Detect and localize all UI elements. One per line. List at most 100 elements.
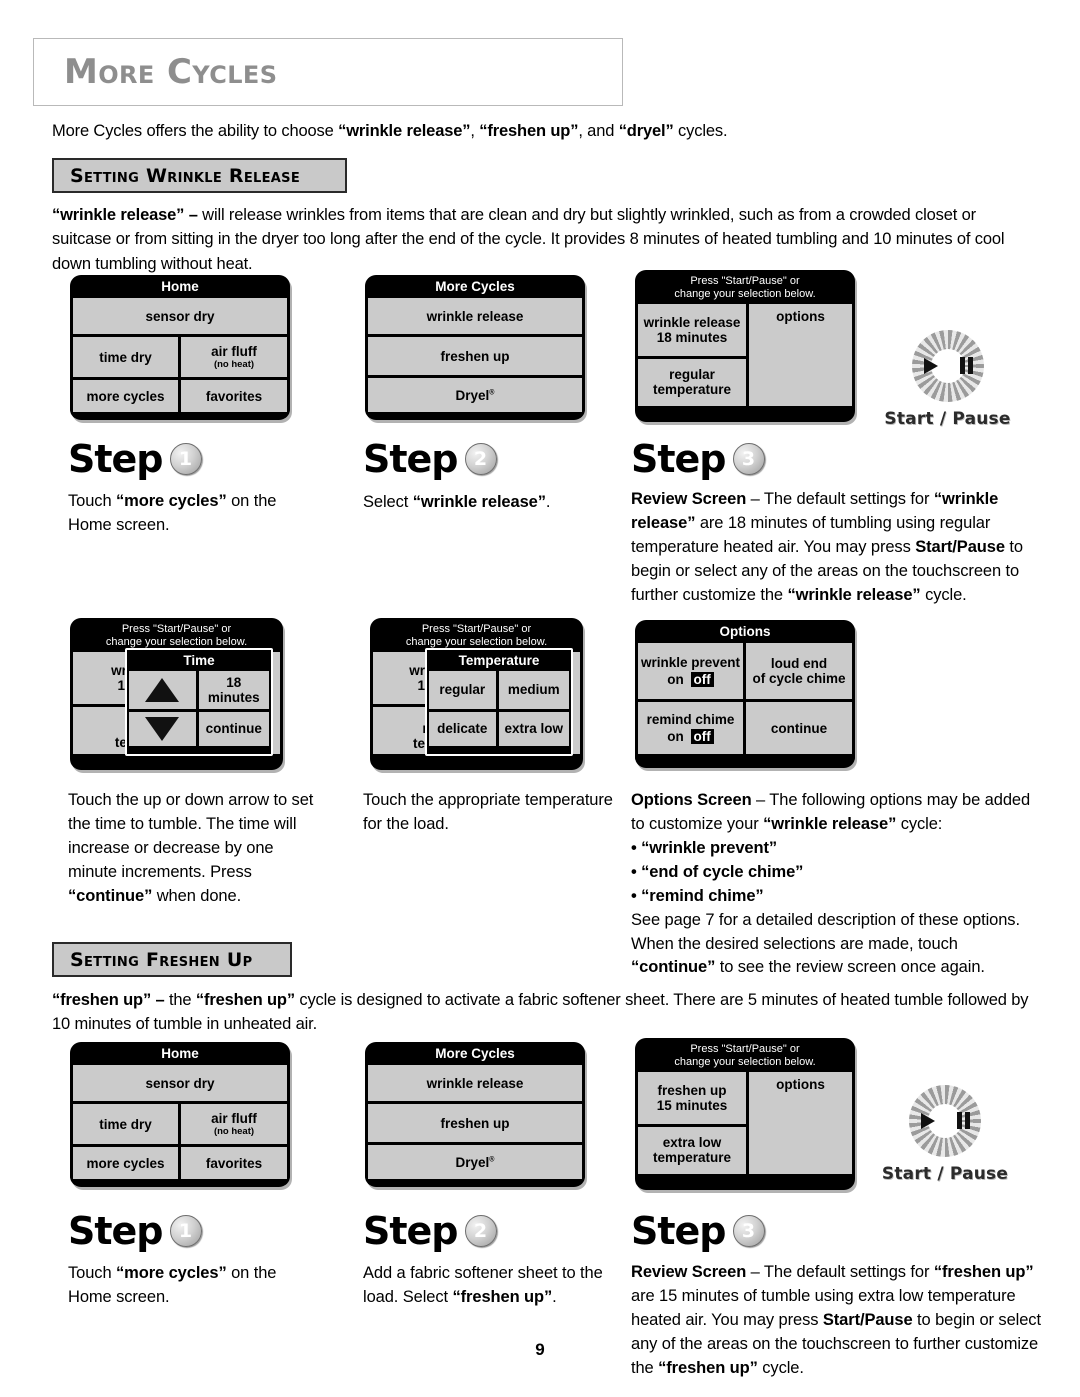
time-up-arrow-button[interactable] <box>129 671 196 709</box>
temperature-caption-text: Touch the appropriate temperature for th… <box>363 791 613 833</box>
page-title-text: More Cycles <box>64 52 278 92</box>
review-wrinkle-temp-line2: temperature <box>652 382 732 398</box>
temperature-extra-low-label: extra low <box>504 721 564 737</box>
home-button-sensor-dry[interactable]: sensor dry <box>73 298 287 335</box>
home2-button-time-dry[interactable]: time dry <box>73 1104 178 1145</box>
review-screen-freshen[interactable]: Press "Start/Pause" or change your selec… <box>635 1038 855 1190</box>
time-overlay-screen[interactable]: wrin Press "Start/Pause" or change your … <box>70 618 283 770</box>
start-pause-control-2[interactable]: Start / Pause <box>875 1085 1015 1184</box>
review-wrinkle-temp-line1: regular <box>669 367 715 383</box>
time-dialog[interactable]: Time 18 minutes continue <box>125 648 273 756</box>
temperature-overlay-screen[interactable]: Press "Start/Pause" or change your selec… <box>370 618 583 770</box>
options-caption-t4: to see the review screen once again. <box>715 958 985 977</box>
option-end-of-cycle-chime-button[interactable]: loud end of cycle chime <box>746 643 852 700</box>
temperature-screen-title: Press "Start/Pause" or change your selec… <box>370 618 583 652</box>
freshen-paragraph-lead: “freshen up” – <box>52 991 165 1009</box>
w2-post: . <box>545 493 551 511</box>
home2-button-air-fluff[interactable]: air fluff (no heat) <box>181 1104 287 1145</box>
temperature-dialog[interactable]: Temperature regular medium delicate extr… <box>425 648 573 756</box>
time-value-display: 18 minutes <box>198 671 269 709</box>
page-number: 9 <box>535 1340 545 1359</box>
more-cycles-button-freshen-up[interactable]: freshen up <box>368 337 582 376</box>
more-cycles-button-wrinkle-release[interactable]: wrinkle release <box>368 298 582 335</box>
review-wrinkle-title-line1: Press "Start/Pause" or <box>690 275 800 287</box>
review-freshen-cycle-button[interactable]: freshen up 15 minutes <box>638 1071 746 1124</box>
temperature-dialog-title: Temperature <box>458 653 540 668</box>
step-number-badge: 3 <box>732 1215 765 1247</box>
step-word: Step <box>68 1209 164 1253</box>
play-icon <box>923 358 938 374</box>
more-cycles2-button-wrinkle-release[interactable]: wrinkle release <box>368 1065 582 1102</box>
temperature-caption: Touch the appropriate temperature for th… <box>363 789 613 837</box>
w3-b3: Start/Pause <box>915 537 1005 556</box>
toggle-on-label: on <box>667 729 684 745</box>
home-favorites-label: favorites <box>205 388 263 404</box>
temperature-option-medium[interactable]: medium <box>498 671 569 709</box>
home-button-time-dry[interactable]: time dry <box>73 337 178 378</box>
toggle-off-label-selected: off <box>690 672 714 688</box>
start-pause-knob[interactable] <box>909 1085 981 1157</box>
review-freshen-options-button[interactable]: options <box>749 1071 852 1174</box>
temperature-medium-label: medium <box>507 682 560 698</box>
intro-mid2: , and <box>578 122 619 140</box>
f3-b4: “freshen up” <box>658 1358 758 1377</box>
start-pause-control-1[interactable]: Start / Pause <box>880 330 1015 429</box>
review-wrinkle-title-line2: change your selection below. <box>674 287 816 300</box>
time-continue-button[interactable]: continue <box>198 712 269 746</box>
review-screen-wrinkle[interactable]: Press "Start/Pause" or change your selec… <box>635 270 855 422</box>
section-header-wrinkle-label: Setting Wrinkle Release <box>70 164 301 187</box>
home2-more-cycles-label: more cycles <box>86 1155 165 1171</box>
option-remind-chime-button[interactable]: remind chime on off <box>638 702 743 755</box>
option-wrinkle-prevent-button[interactable]: wrinkle prevent on off <box>638 643 743 700</box>
review-freshen-temperature-button[interactable]: extra low temperature <box>638 1126 746 1174</box>
review-freshen-temp-line1: extra low <box>662 1135 722 1151</box>
start-pause-knob[interactable] <box>911 330 984 402</box>
step-word: Step <box>363 437 459 481</box>
more-cycles-screen-2[interactable]: More Cycles wrinkle release freshen up D… <box>365 1042 585 1187</box>
step-number-badge: 3 <box>732 443 765 475</box>
more-cycles-button-dryel[interactable]: Dryel® <box>368 378 582 413</box>
temperature-option-extra-low[interactable]: extra low <box>498 712 569 746</box>
more-cycles-screen[interactable]: More Cycles wrinkle release freshen up D… <box>365 275 585 420</box>
w3-t1: – The default settings for <box>746 490 934 508</box>
more-cycles-screen-title: More Cycles <box>435 279 515 294</box>
home2-button-more-cycles[interactable]: more cycles <box>73 1147 178 1180</box>
w2-pre: Select <box>363 493 413 511</box>
temperature-option-delicate[interactable]: delicate <box>429 712 496 746</box>
option-remind-chime-toggle[interactable]: on off <box>667 729 714 745</box>
step-number-badge: 1 <box>169 1215 202 1247</box>
more-cycles2-button-freshen-up[interactable]: freshen up <box>368 1104 582 1143</box>
option-wrinkle-prevent-toggle[interactable]: on off <box>667 672 714 688</box>
home2-time-dry-label: time dry <box>99 1116 152 1132</box>
intro-bold-freshen: “freshen up” <box>479 122 579 140</box>
options-screen[interactable]: Options wrinkle prevent on off loud end … <box>635 620 855 768</box>
review-freshen-title-line1: Press "Start/Pause" or <box>690 1043 800 1055</box>
temperature-option-regular[interactable]: regular <box>429 671 496 709</box>
home-air-fluff-label: air fluff <box>211 343 257 359</box>
review-wrinkle-options-button[interactable]: options <box>749 303 852 406</box>
home-button-air-fluff[interactable]: air fluff (no heat) <box>181 337 287 378</box>
arrow-down-icon <box>145 717 180 741</box>
home-screen[interactable]: Home sensor dry time dry air fluff (no h… <box>70 275 290 420</box>
home-button-more-cycles[interactable]: more cycles <box>73 380 178 413</box>
home2-button-favorites[interactable]: favorites <box>181 1147 287 1180</box>
option-continue-label: continue <box>770 720 828 736</box>
review-wrinkle-screen-title: Press "Start/Pause" or change your selec… <box>635 270 855 304</box>
review-wrinkle-cycle-button[interactable]: wrinkle release 18 minutes <box>638 303 746 356</box>
time-down-arrow-button[interactable] <box>129 712 196 746</box>
more-cycles-screen-2-title: More Cycles <box>435 1046 515 1061</box>
time-value-unit: minutes <box>207 690 260 705</box>
home-screen-2[interactable]: Home sensor dry time dry air fluff (no h… <box>70 1042 290 1187</box>
time-screen-title: wrin Press "Start/Pause" or change your … <box>70 618 283 652</box>
step-heading-freshen-3: Step 3 <box>631 1212 765 1250</box>
home2-button-sensor-dry[interactable]: sensor dry <box>73 1065 287 1102</box>
options-caption: Options Screen – The following options m… <box>631 789 1045 980</box>
temperature-dialog-body: regular medium delicate extra low <box>427 671 571 751</box>
more-cycles2-button-dryel[interactable]: Dryel® <box>368 1145 582 1180</box>
review-wrinkle-cycle-line2: 18 minutes <box>656 329 728 345</box>
home-button-favorites[interactable]: favorites <box>181 380 287 413</box>
review-wrinkle-temperature-button[interactable]: regular temperature <box>638 358 746 406</box>
more-cycles-screen-body: wrinkle release freshen up Dryel® <box>365 298 585 419</box>
option-continue-button[interactable]: continue <box>746 702 852 755</box>
home-screen-2-title: Home <box>161 1046 199 1061</box>
